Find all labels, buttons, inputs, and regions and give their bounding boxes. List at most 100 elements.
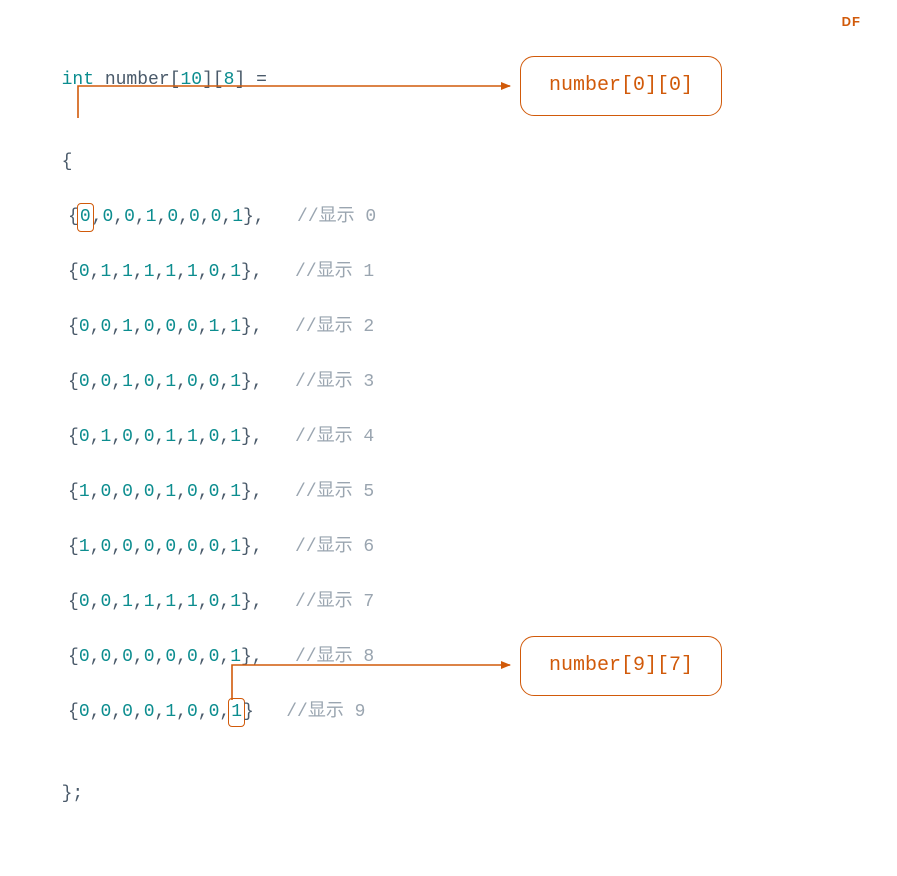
row-comment: //显示 6 xyxy=(295,537,374,557)
array-value: 0 xyxy=(79,262,90,282)
array-value: 0 xyxy=(122,427,133,447)
array-value: 1 xyxy=(187,262,198,282)
assign-op: = xyxy=(256,70,267,90)
array-value: 0 xyxy=(122,482,133,502)
array-value: 0 xyxy=(209,702,220,722)
row-open-brace: { xyxy=(68,482,79,502)
array-value: 0 xyxy=(124,207,135,227)
array-value: 0 xyxy=(211,207,222,227)
row-comment: //显示 4 xyxy=(295,427,374,447)
array-value: 0 xyxy=(79,372,90,392)
array-value: 0 xyxy=(79,592,90,612)
array-value: 0 xyxy=(187,317,198,337)
array-value: 1 xyxy=(230,262,241,282)
array-row: {0,0,0,0,0,0,0,1}, //显示 8 xyxy=(40,644,857,671)
array-value: 1 xyxy=(122,317,133,337)
callout-bottom: number[9][7] xyxy=(520,636,722,696)
row-close-brace: }, xyxy=(241,317,263,337)
row-close-brace: }, xyxy=(241,262,263,282)
array-value: 0 xyxy=(209,592,220,612)
array-value: 0 xyxy=(100,317,111,337)
array-value: 1 xyxy=(144,262,155,282)
array-value: 1 xyxy=(79,537,90,557)
array-value: 0 xyxy=(144,482,155,502)
array-value: 0 xyxy=(80,207,91,227)
array-value: 1 xyxy=(165,482,176,502)
array-value: 0 xyxy=(209,372,220,392)
array-value: 0 xyxy=(187,482,198,502)
brace-open: { xyxy=(62,152,73,172)
row-close-brace: }, xyxy=(241,592,263,612)
array-value: 1 xyxy=(79,482,90,502)
array-value: 0 xyxy=(144,702,155,722)
array-value: 0 xyxy=(187,372,198,392)
array-row: {0,0,1,1,1,1,0,1}, //显示 7 xyxy=(40,589,857,616)
array-value: 0 xyxy=(79,427,90,447)
row-comment: //显示 9 xyxy=(286,702,365,722)
array-value: 0 xyxy=(100,482,111,502)
array-value: 0 xyxy=(165,647,176,667)
array-row: {1,0,0,0,1,0,0,1}, //显示 5 xyxy=(40,479,857,506)
callout-top: number[0][0] xyxy=(520,56,722,116)
array-value: 0 xyxy=(209,482,220,502)
close-brace-line: }; xyxy=(40,754,857,808)
array-value: 0 xyxy=(100,647,111,667)
row-close-brace: }, xyxy=(243,207,265,227)
array-value: 1 xyxy=(100,427,111,447)
row-close-brace: } xyxy=(243,702,254,722)
keyword-int: int xyxy=(62,70,94,90)
array-value: 0 xyxy=(209,647,220,667)
row-open-brace: { xyxy=(68,647,79,667)
array-value: 0 xyxy=(144,427,155,447)
array-value: 0 xyxy=(209,537,220,557)
array-value: 1 xyxy=(122,592,133,612)
array-value: 0 xyxy=(144,372,155,392)
array-value: 1 xyxy=(165,702,176,722)
array-value: 0 xyxy=(100,537,111,557)
array-value: 0 xyxy=(209,262,220,282)
array-value: 0 xyxy=(102,207,113,227)
array-value: 0 xyxy=(187,647,198,667)
row-comment: //显示 2 xyxy=(295,317,374,337)
row-open-brace: { xyxy=(68,372,79,392)
array-value: 0 xyxy=(122,702,133,722)
array-value: 1 xyxy=(230,317,241,337)
row-comment: //显示 8 xyxy=(295,647,374,667)
dim1: 10 xyxy=(180,70,202,90)
array-value: 1 xyxy=(230,592,241,612)
array-value: 0 xyxy=(100,372,111,392)
array-value: 1 xyxy=(122,262,133,282)
array-value: 1 xyxy=(144,592,155,612)
array-value: 0 xyxy=(209,427,220,447)
row-open-brace: { xyxy=(68,262,79,282)
array-value: 1 xyxy=(146,207,157,227)
array-value: 0 xyxy=(187,702,198,722)
array-value: 1 xyxy=(187,592,198,612)
row-comment: //显示 1 xyxy=(295,262,374,282)
array-value: 0 xyxy=(79,702,90,722)
array-value: 0 xyxy=(144,317,155,337)
array-value: 1 xyxy=(122,372,133,392)
array-value: 1 xyxy=(230,482,241,502)
array-value: 1 xyxy=(165,262,176,282)
array-value: 0 xyxy=(100,592,111,612)
row-open-brace: { xyxy=(68,317,79,337)
array-value: 0 xyxy=(100,702,111,722)
array-value: 1 xyxy=(209,317,220,337)
row-open-brace: { xyxy=(68,702,79,722)
brace-close: }; xyxy=(62,784,84,804)
array-value: 0 xyxy=(79,317,90,337)
array-row: {0,0,1,0,0,0,1,1}, //显示 2 xyxy=(40,314,857,341)
dim2: 8 xyxy=(224,70,235,90)
row-close-brace: }, xyxy=(241,427,263,447)
array-value: 1 xyxy=(165,592,176,612)
array-row: {0,1,0,0,1,1,0,1}, //显示 4 xyxy=(40,424,857,451)
array-value: 1 xyxy=(230,647,241,667)
declaration-line: int number[10][8] = xyxy=(40,40,857,94)
row-close-brace: }, xyxy=(241,537,263,557)
row-comment: //显示 3 xyxy=(295,372,374,392)
array-value: 0 xyxy=(79,647,90,667)
open-brace-line: { xyxy=(40,122,857,176)
array-name: number xyxy=(105,70,170,90)
array-value: 1 xyxy=(165,427,176,447)
